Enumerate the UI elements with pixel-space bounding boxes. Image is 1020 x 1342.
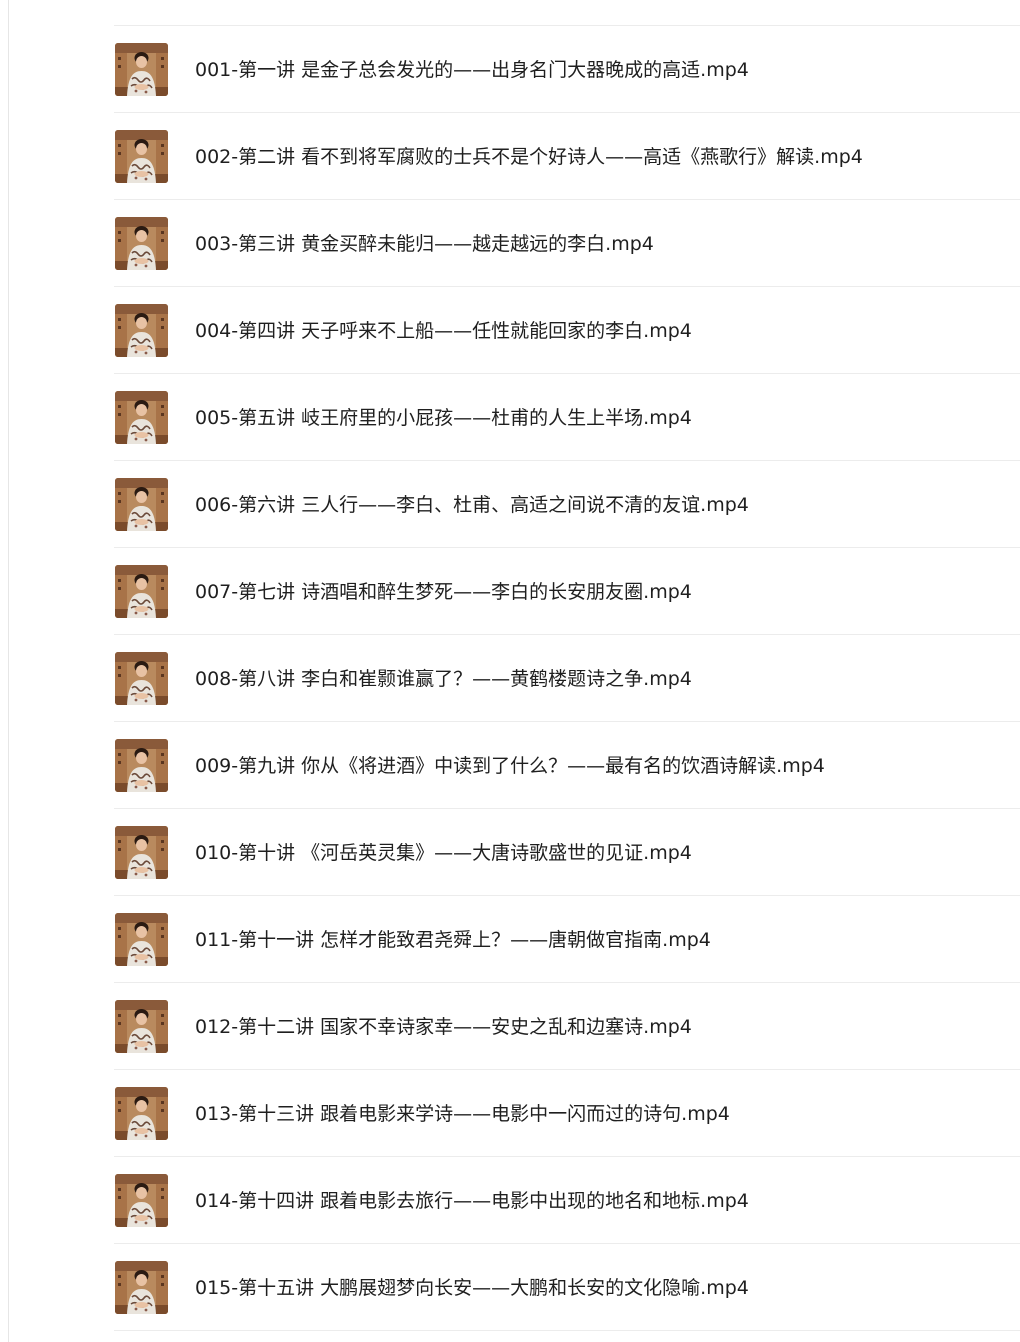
video-thumbnail-icon	[115, 652, 168, 705]
video-thumbnail-icon	[115, 391, 168, 444]
file-row[interactable]: 003-第三讲 黄金买醉未能归——越走越远的李白.mp4	[114, 200, 1020, 287]
video-thumbnail-icon	[115, 913, 168, 966]
file-row[interactable]: 013-第十三讲 跟着电影来学诗——电影中一闪而过的诗句.mp4	[114, 1070, 1020, 1157]
file-list-page: 001-第一讲 是金子总会发光的——出身名门大器晚成的高适.mp4 002-第二…	[0, 0, 1020, 1342]
video-file-list: 001-第一讲 是金子总会发光的——出身名门大器晚成的高适.mp4 002-第二…	[0, 26, 1020, 1331]
file-row[interactable]: 010-第十讲 《河岳英灵集》——大唐诗歌盛世的见证.mp4	[114, 809, 1020, 896]
file-name: 014-第十四讲 跟着电影去旅行——电影中出现的地名和地标.mp4	[195, 1190, 749, 1212]
file-name: 015-第十五讲 大鹏展翅梦向长安——大鹏和长安的文化隐喻.mp4	[195, 1277, 749, 1299]
video-thumbnail-icon	[115, 826, 168, 879]
file-name: 002-第二讲 看不到将军腐败的士兵不是个好诗人——高适《燕歌行》解读.mp4	[195, 146, 863, 168]
file-row[interactable]: 001-第一讲 是金子总会发光的——出身名门大器晚成的高适.mp4	[114, 26, 1020, 113]
file-row[interactable]: 011-第十一讲 怎样才能致君尧舜上？——唐朝做官指南.mp4	[114, 896, 1020, 983]
video-thumbnail-icon	[115, 1000, 168, 1053]
file-name: 005-第五讲 岐王府里的小屁孩——杜甫的人生上半场.mp4	[195, 407, 692, 429]
file-name: 006-第六讲 三人行——李白、杜甫、高适之间说不清的友谊.mp4	[195, 494, 749, 516]
file-name: 007-第七讲 诗酒唱和醉生梦死——李白的长安朋友圈.mp4	[195, 581, 692, 603]
file-name: 004-第四讲 天子呼来不上船——任性就能回家的李白.mp4	[195, 320, 692, 342]
file-row[interactable]: 012-第十二讲 国家不幸诗家幸——安史之乱和边塞诗.mp4	[114, 983, 1020, 1070]
file-name: 013-第十三讲 跟着电影来学诗——电影中一闪而过的诗句.mp4	[195, 1103, 730, 1125]
file-row[interactable]: 006-第六讲 三人行——李白、杜甫、高适之间说不清的友谊.mp4	[114, 461, 1020, 548]
video-thumbnail-icon	[115, 1174, 168, 1227]
file-name: 008-第八讲 李白和崔颢谁赢了？——黄鹤楼题诗之争.mp4	[195, 668, 692, 690]
file-row[interactable]: 002-第二讲 看不到将军腐败的士兵不是个好诗人——高适《燕歌行》解读.mp4	[114, 113, 1020, 200]
video-thumbnail-icon	[115, 478, 168, 531]
file-row[interactable]: 004-第四讲 天子呼来不上船——任性就能回家的李白.mp4	[114, 287, 1020, 374]
video-thumbnail-icon	[115, 130, 168, 183]
file-name: 011-第十一讲 怎样才能致君尧舜上？——唐朝做官指南.mp4	[195, 929, 711, 951]
video-thumbnail-icon	[115, 1261, 168, 1314]
file-name: 001-第一讲 是金子总会发光的——出身名门大器晚成的高适.mp4	[195, 59, 749, 81]
file-name: 009-第九讲 你从《将进酒》中读到了什么？——最有名的饮酒诗解读.mp4	[195, 755, 825, 777]
file-name: 010-第十讲 《河岳英灵集》——大唐诗歌盛世的见证.mp4	[195, 842, 692, 864]
file-name: 012-第十二讲 国家不幸诗家幸——安史之乱和边塞诗.mp4	[195, 1016, 692, 1038]
video-thumbnail-icon	[115, 217, 168, 270]
file-row[interactable]: 014-第十四讲 跟着电影去旅行——电影中出现的地名和地标.mp4	[114, 1157, 1020, 1244]
video-thumbnail-icon	[115, 304, 168, 357]
file-row[interactable]: 008-第八讲 李白和崔颢谁赢了？——黄鹤楼题诗之争.mp4	[114, 635, 1020, 722]
video-thumbnail-icon	[115, 43, 168, 96]
video-thumbnail-icon	[115, 565, 168, 618]
file-row[interactable]: 015-第十五讲 大鹏展翅梦向长安——大鹏和长安的文化隐喻.mp4	[114, 1244, 1020, 1331]
file-row[interactable]: 005-第五讲 岐王府里的小屁孩——杜甫的人生上半场.mp4	[114, 374, 1020, 461]
file-name: 003-第三讲 黄金买醉未能归——越走越远的李白.mp4	[195, 233, 654, 255]
file-row[interactable]: 007-第七讲 诗酒唱和醉生梦死——李白的长安朋友圈.mp4	[114, 548, 1020, 635]
video-thumbnail-icon	[115, 1087, 168, 1140]
file-row[interactable]: 009-第九讲 你从《将进酒》中读到了什么？——最有名的饮酒诗解读.mp4	[114, 722, 1020, 809]
video-thumbnail-icon	[115, 739, 168, 792]
